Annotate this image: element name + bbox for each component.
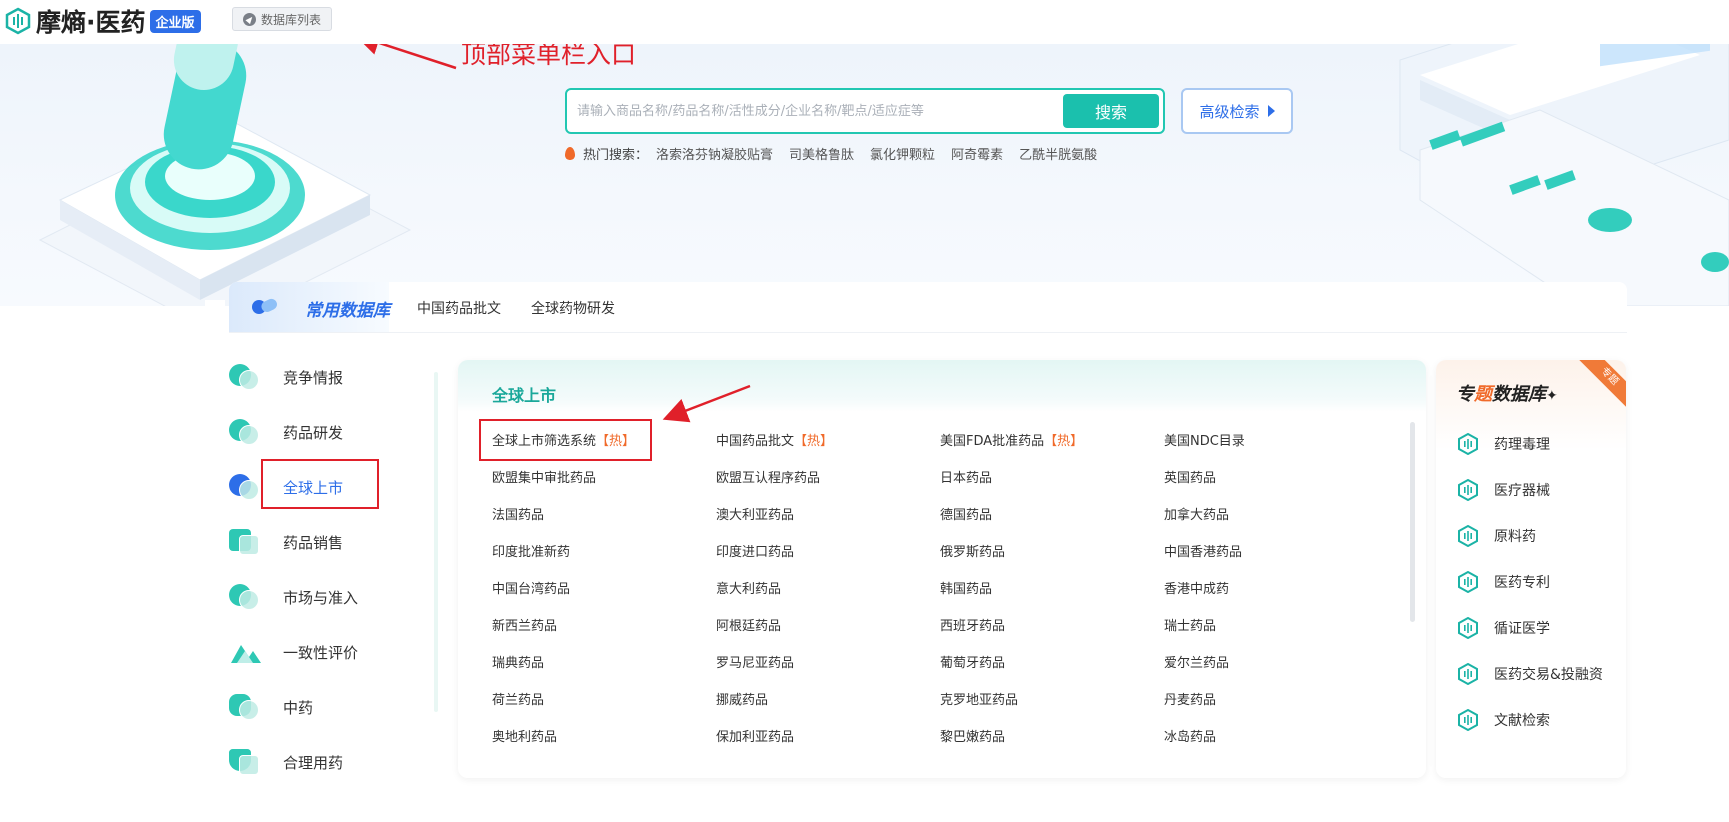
top-bar: 摩熵·医药 企业版 数据库列表 xyxy=(0,0,1729,44)
compass-icon xyxy=(243,12,256,26)
brand-name: 摩熵·医药 xyxy=(36,8,146,37)
arrow-to-global-filter xyxy=(662,384,751,423)
database-list-button[interactable]: 数据库列表 xyxy=(232,7,333,31)
edition-badge: 企业版 xyxy=(149,9,201,33)
brand-logo-icon xyxy=(5,7,31,35)
annotation-arrows xyxy=(354,30,751,423)
brand-logo[interactable]: 摩熵·医药 企业版 xyxy=(4,4,201,38)
database-list-label: 数据库列表 xyxy=(261,12,322,27)
